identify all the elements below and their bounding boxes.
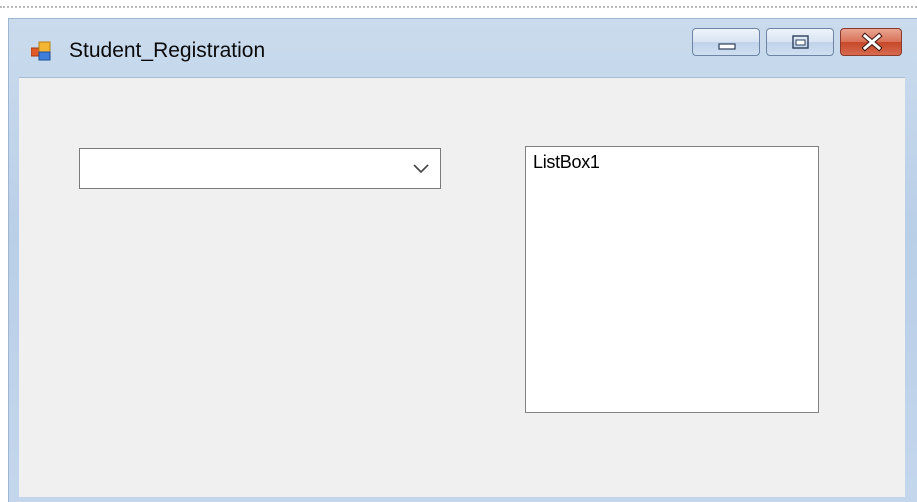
combobox[interactable] xyxy=(79,148,441,189)
caption-buttons xyxy=(692,28,902,56)
maximize-button[interactable] xyxy=(766,28,834,56)
form-client-area: ListBox1 xyxy=(19,77,905,497)
designer-surface-edge xyxy=(0,0,917,8)
title-bar[interactable]: Student_Registration xyxy=(9,19,917,77)
minimize-icon xyxy=(718,43,736,50)
minimize-button[interactable] xyxy=(692,28,760,56)
list-item[interactable]: ListBox1 xyxy=(533,152,600,173)
window-title: Student_Registration xyxy=(69,39,266,62)
maximize-icon xyxy=(792,35,809,49)
close-icon xyxy=(861,32,883,52)
form-window: Student_Registration ListBox1 xyxy=(8,18,917,502)
chevron-down-icon[interactable] xyxy=(412,161,430,175)
listbox[interactable]: ListBox1 xyxy=(525,146,819,413)
close-button[interactable] xyxy=(840,28,902,56)
form-icon xyxy=(31,41,51,61)
